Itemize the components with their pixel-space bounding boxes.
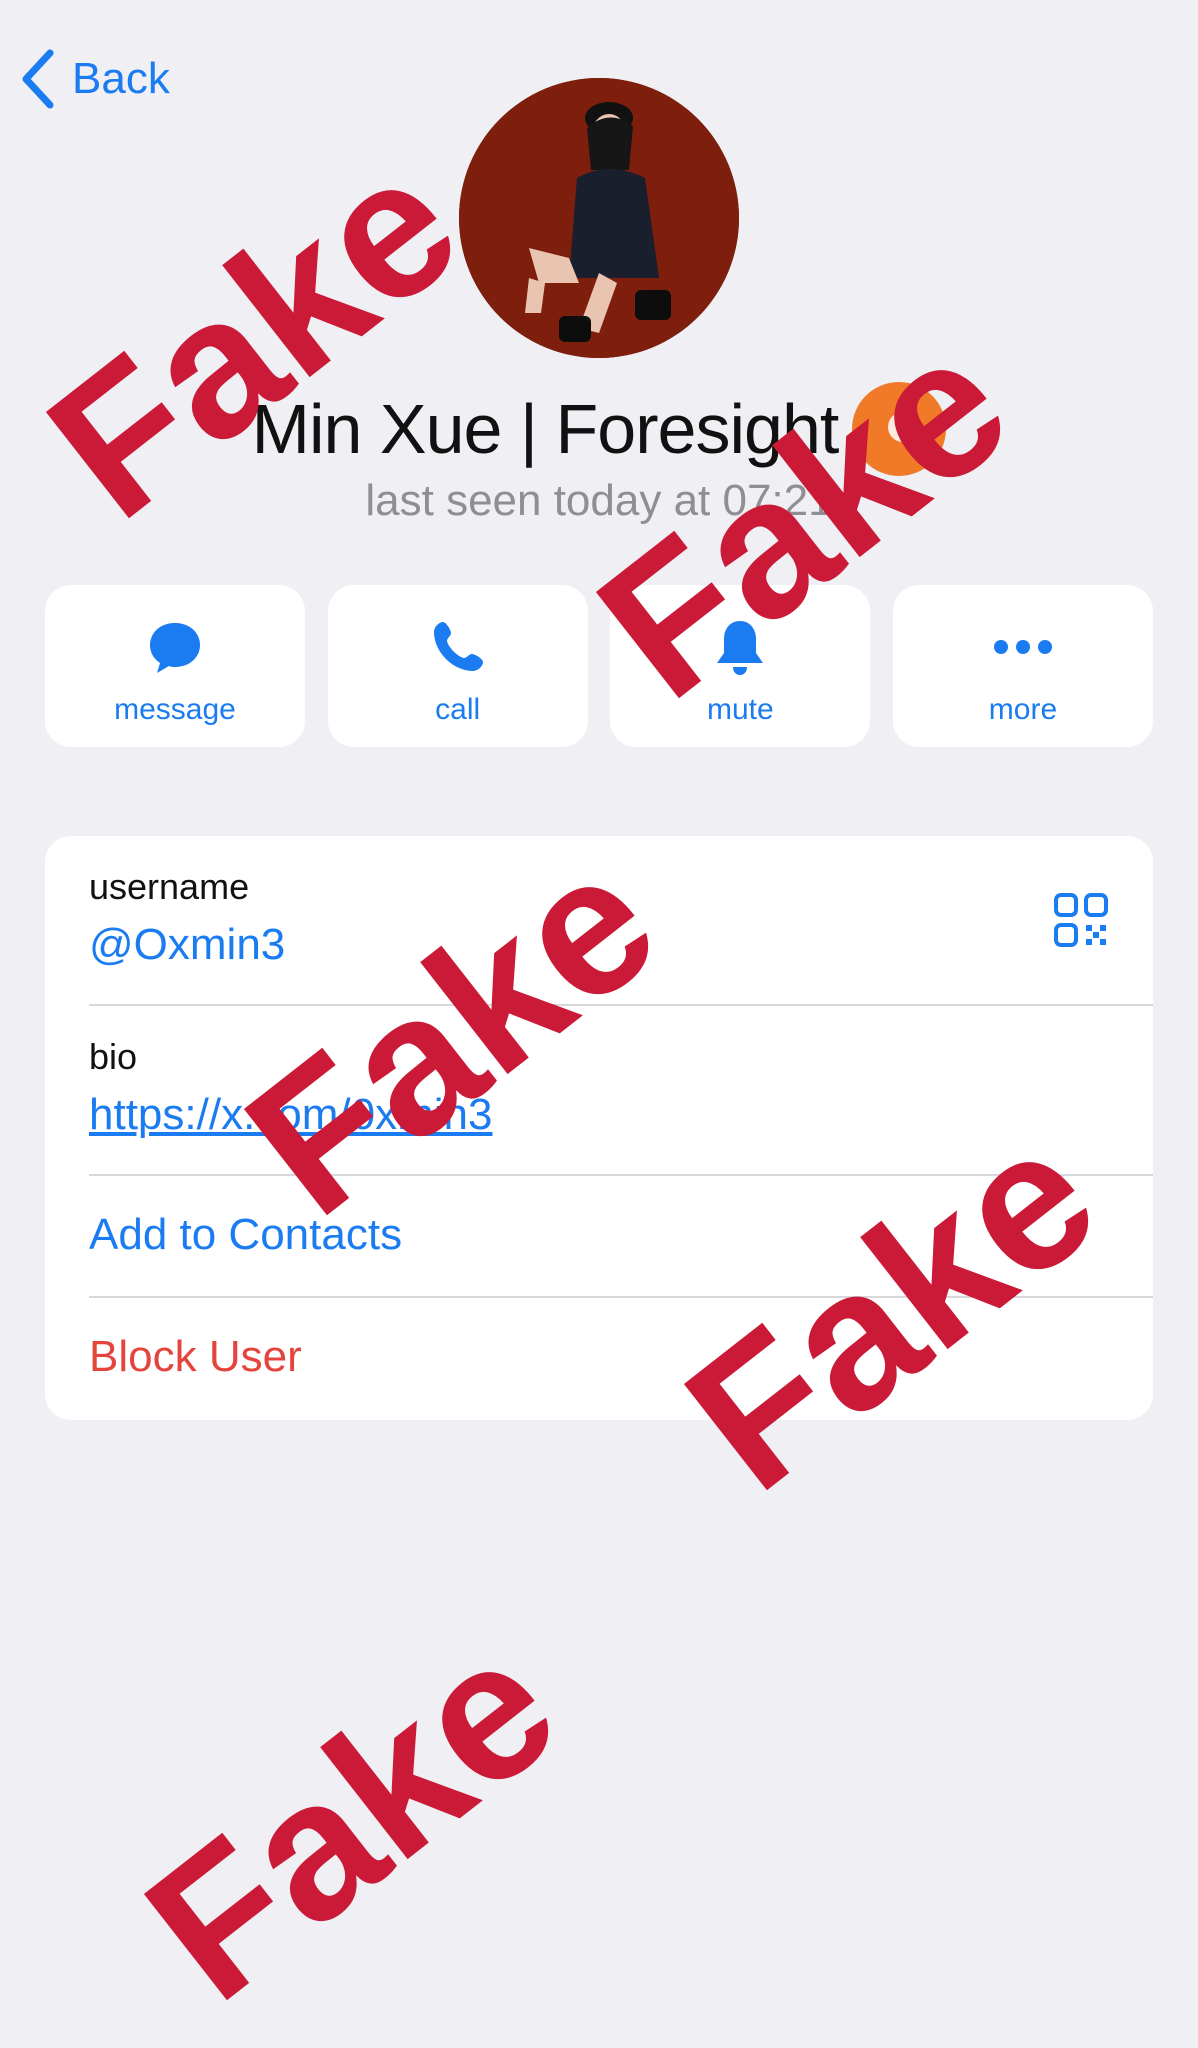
message-button[interactable]: message bbox=[45, 585, 305, 747]
bio-row: bio https://x.com/0xmin3 bbox=[89, 1004, 1153, 1176]
chevron-left-icon bbox=[20, 49, 54, 109]
bell-icon bbox=[713, 617, 767, 682]
qr-code-icon[interactable] bbox=[1053, 892, 1109, 948]
block-user-row[interactable]: Block User bbox=[89, 1296, 1153, 1420]
call-button[interactable]: call bbox=[327, 585, 588, 747]
profile-name: Min Xue | Foresight bbox=[251, 390, 840, 468]
chat-bubble-icon bbox=[147, 619, 203, 680]
more-button[interactable]: more bbox=[892, 585, 1153, 747]
phone-icon bbox=[429, 618, 487, 681]
message-label: message bbox=[114, 693, 236, 726]
add-to-contacts-button[interactable]: Add to Contacts bbox=[89, 1210, 402, 1260]
bio-link[interactable]: https://x.com/0xmin3 bbox=[89, 1090, 492, 1140]
action-buttons: message call mute more bbox=[45, 585, 1153, 747]
more-label: more bbox=[988, 693, 1058, 726]
mute-button[interactable]: mute bbox=[610, 585, 871, 747]
username-value[interactable]: @Oxmin3 bbox=[89, 920, 285, 970]
back-button[interactable]: Back bbox=[20, 48, 170, 110]
ellipsis-icon bbox=[993, 637, 1053, 662]
avatar[interactable] bbox=[459, 78, 739, 358]
block-user-button[interactable]: Block User bbox=[89, 1332, 302, 1382]
last-seen-status: last seen today at 07:21 bbox=[365, 476, 833, 525]
info-card: username @Oxmin3 bio https://x.com/0xmin… bbox=[45, 836, 1153, 1420]
profile-name-row: Min Xue | Foresight bbox=[0, 382, 1198, 476]
username-label: username bbox=[89, 866, 250, 907]
back-label: Back bbox=[72, 54, 170, 103]
call-label: call bbox=[435, 693, 481, 726]
bio-label: bio bbox=[89, 1036, 138, 1077]
fake-watermark: Fake bbox=[107, 1593, 595, 2042]
add-to-contacts-row[interactable]: Add to Contacts bbox=[89, 1174, 1153, 1298]
verified-badge-icon bbox=[852, 382, 947, 476]
mute-label: mute bbox=[706, 693, 774, 726]
username-row[interactable]: username @Oxmin3 bbox=[89, 836, 1153, 1006]
